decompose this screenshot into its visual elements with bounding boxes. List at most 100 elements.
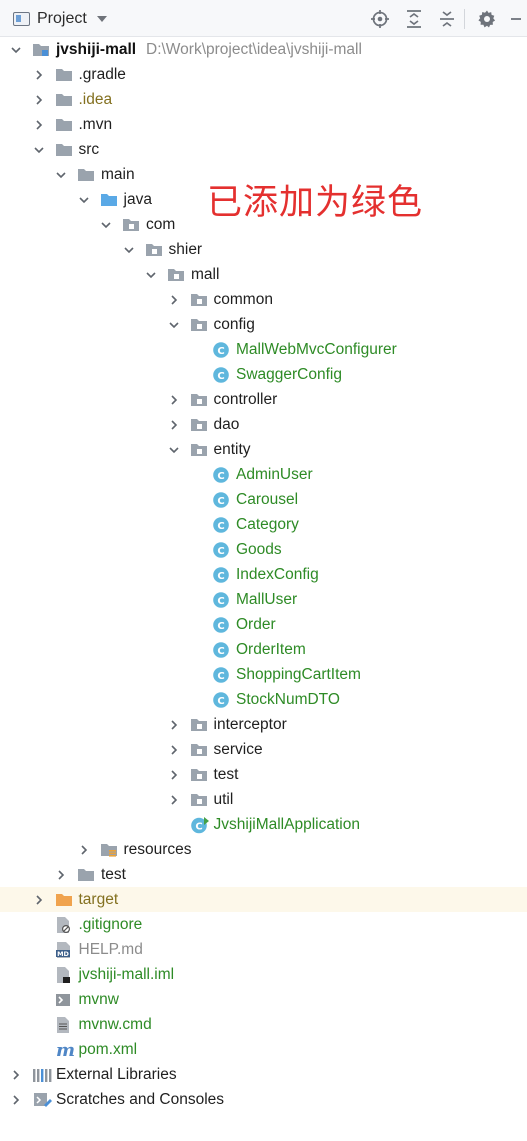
tree-row[interactable]: C AdminUser (0, 462, 527, 487)
svg-text:C: C (195, 822, 202, 833)
tree-row[interactable]: target (0, 887, 527, 912)
expand-all-icon[interactable] (403, 8, 425, 30)
chevron-right-icon[interactable] (168, 718, 180, 730)
tree-item-label: ShoppingCartItem (236, 666, 361, 683)
class-icon: C (212, 491, 230, 508)
chevron-right-icon[interactable] (10, 1068, 22, 1080)
chevron-down-icon[interactable] (168, 318, 180, 330)
tree-item-label: service (213, 741, 263, 758)
chevron-down-icon[interactable] (123, 243, 135, 255)
tree-row[interactable]: C Category (0, 512, 527, 537)
tree-row[interactable]: jvshiji-mall.iml (0, 962, 527, 987)
settings-gear-icon[interactable] (476, 8, 498, 30)
iml-file-icon (55, 966, 73, 983)
tree-item-label: .gradle (78, 66, 126, 83)
svg-text:C: C (217, 646, 224, 657)
tree-row[interactable]: resources (0, 837, 527, 862)
tree-item-label: StockNumDTO (236, 691, 340, 708)
tree-row[interactable]: test (0, 762, 527, 787)
chevron-right-icon[interactable] (168, 743, 180, 755)
tree-item-label: main (101, 166, 135, 183)
locate-icon[interactable] (369, 8, 391, 30)
tree-row[interactable]: jvshiji-mall D:\Work\project\idea\jvshiji… (0, 37, 527, 62)
package-icon (190, 741, 208, 758)
tree-row[interactable]: util (0, 787, 527, 812)
tree-row[interactable]: C StockNumDTO (0, 687, 527, 712)
svg-text:C: C (217, 546, 224, 557)
resources-folder-icon (100, 841, 118, 858)
chevron-right-icon[interactable] (168, 793, 180, 805)
chevron-right-icon[interactable] (33, 68, 45, 80)
tree-row[interactable]: m pom.xml (0, 1037, 527, 1062)
tree-row[interactable]: C Order (0, 612, 527, 637)
tree-row[interactable]: C Carousel (0, 487, 527, 512)
tree-row[interactable]: config (0, 312, 527, 337)
tree-item-label: IndexConfig (236, 566, 319, 583)
tree-row[interactable]: Scratches and Consoles (0, 1087, 527, 1112)
tree-row[interactable]: entity (0, 437, 527, 462)
tree-row[interactable]: mall (0, 262, 527, 287)
tree-row[interactable]: MD HELP.md (0, 937, 527, 962)
class-icon: C (212, 616, 230, 633)
svg-text:C: C (217, 521, 224, 532)
chevron-down-icon[interactable] (168, 443, 180, 455)
class-icon: C (212, 566, 230, 583)
project-toolbar: Project (0, 0, 527, 37)
tree-row[interactable]: C Goods (0, 537, 527, 562)
package-icon (190, 291, 208, 308)
chevron-down-icon[interactable] (100, 218, 112, 230)
project-view-selector[interactable]: Project (13, 8, 107, 30)
chevron-right-icon[interactable] (33, 93, 45, 105)
tree-row[interactable]: C OrderItem (0, 637, 527, 662)
chevron-down-icon[interactable] (10, 43, 22, 55)
tree-row[interactable]: .mvn (0, 112, 527, 137)
tree-row[interactable]: common (0, 287, 527, 312)
chevron-right-icon[interactable] (10, 1093, 22, 1105)
tree-row[interactable]: External Libraries (0, 1062, 527, 1087)
package-icon (190, 416, 208, 433)
chevron-right-icon[interactable] (168, 293, 180, 305)
tree-row[interactable]: interceptor (0, 712, 527, 737)
tree-row[interactable]: .idea (0, 87, 527, 112)
tree-row[interactable]: src (0, 137, 527, 162)
tree-row[interactable]: .gradle (0, 62, 527, 87)
tree-row[interactable]: C IndexConfig (0, 562, 527, 587)
tree-item-label: Category (236, 516, 299, 533)
tree-row[interactable]: mvnw.cmd (0, 1012, 527, 1037)
spring-class-icon: C (190, 816, 209, 834)
svg-text:C: C (217, 671, 224, 682)
text-file-icon (55, 1016, 73, 1033)
project-window-icon (13, 12, 30, 26)
class-icon: C (212, 691, 230, 708)
markdown-file-icon: MD (55, 941, 73, 958)
chevron-right-icon[interactable] (55, 868, 67, 880)
chevron-down-icon[interactable] (33, 143, 45, 155)
tree-item-label: test (101, 866, 126, 883)
tree-row[interactable]: service (0, 737, 527, 762)
chevron-right-icon[interactable] (168, 768, 180, 780)
chevron-down-icon[interactable] (55, 168, 67, 180)
tree-row[interactable]: controller (0, 387, 527, 412)
class-icon: C (212, 666, 230, 683)
tree-row[interactable]: mvnw (0, 987, 527, 1012)
tree-row[interactable]: C MallUser (0, 587, 527, 612)
chevron-down-icon[interactable] (145, 268, 157, 280)
tree-item-label: mvnw.cmd (78, 1016, 152, 1033)
tree-row[interactable]: C JvshijiMallApplication (0, 812, 527, 837)
libraries-icon (32, 1066, 52, 1083)
chevron-right-icon[interactable] (33, 893, 45, 905)
collapse-all-icon[interactable] (436, 8, 458, 30)
chevron-down-icon[interactable] (78, 193, 90, 205)
tree-row[interactable]: C SwaggerConfig (0, 362, 527, 387)
tree-row[interactable]: shier (0, 237, 527, 262)
tree-row[interactable]: .gitignore (0, 912, 527, 937)
hide-panel-icon[interactable] (505, 8, 527, 30)
tree-row[interactable]: C MallWebMvcConfigurer (0, 337, 527, 362)
chevron-right-icon[interactable] (78, 843, 90, 855)
chevron-right-icon[interactable] (168, 393, 180, 405)
chevron-right-icon[interactable] (33, 118, 45, 130)
chevron-right-icon[interactable] (168, 418, 180, 430)
tree-row[interactable]: C ShoppingCartItem (0, 662, 527, 687)
tree-row[interactable]: test (0, 862, 527, 887)
tree-row[interactable]: dao (0, 412, 527, 437)
